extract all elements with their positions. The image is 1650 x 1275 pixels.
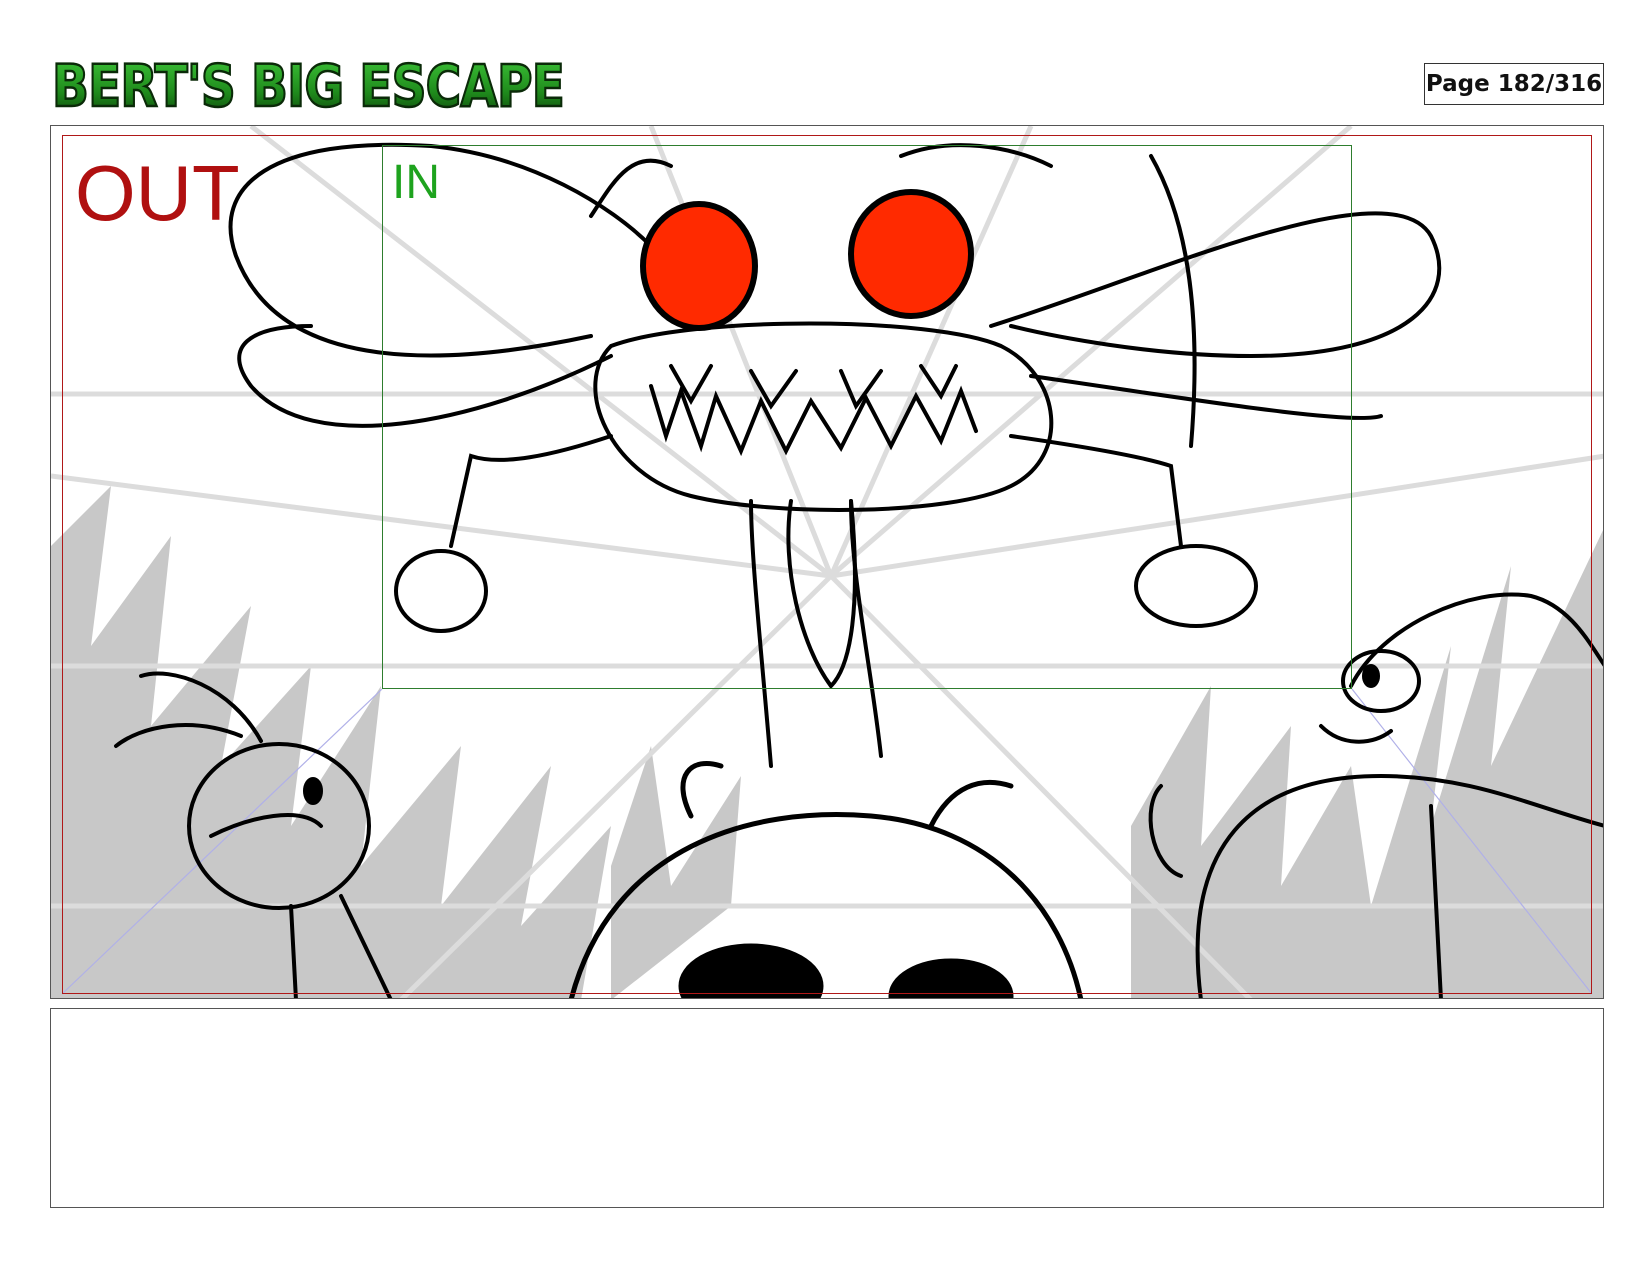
panel-notes-box[interactable] <box>50 1008 1604 1208</box>
panel-sketch <box>51 126 1603 998</box>
monster-fly <box>228 142 1442 768</box>
show-logo: BERT'S BIG ESCAPE <box>50 48 570 120</box>
in-frame-label: IN <box>392 156 440 209</box>
monster-eyes <box>640 189 974 331</box>
out-frame-label: OUT <box>75 149 240 237</box>
storyboard-page: BERT'S BIG ESCAPE Page 182/316 OUT IN <box>0 0 1650 1275</box>
logo-artwork: BERT'S BIG ESCAPE <box>51 51 567 120</box>
storyboard-panel: OUT IN <box>50 125 1604 999</box>
page-counter: Page 182/316 <box>1424 63 1604 105</box>
svg-text:BERT'S BIG ESCAPE: BERT'S BIG ESCAPE <box>52 52 564 120</box>
